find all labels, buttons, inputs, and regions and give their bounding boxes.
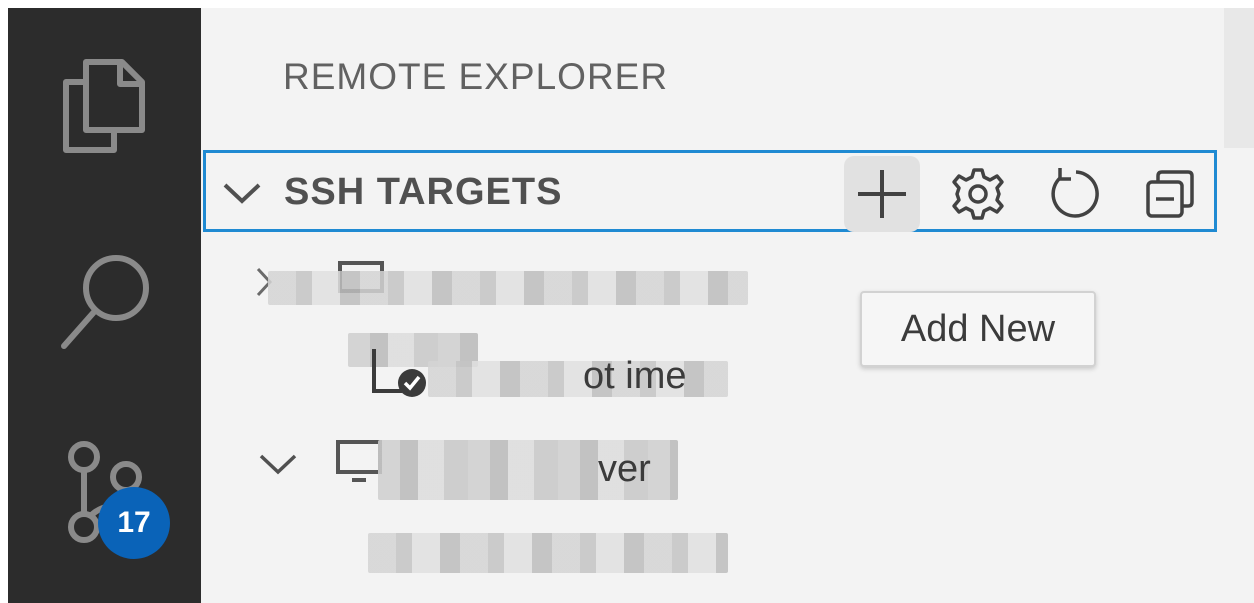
vscode-window: 17 REMOTE EXPLORER SSH TARGETS ot ime ve… — [8, 8, 1254, 603]
add-new-tooltip: Add New — [860, 291, 1096, 367]
folder-label-fragment: ot ime — [583, 355, 687, 397]
redacted-child-name — [368, 533, 728, 573]
configure-button[interactable] — [940, 156, 1016, 232]
refresh-button[interactable] — [1036, 156, 1112, 232]
tree-item-host-1[interactable] — [248, 253, 768, 323]
plus-icon — [858, 170, 906, 218]
collapse-all-button[interactable] — [1132, 156, 1208, 232]
tree-item-folder[interactable]: ot ime — [338, 323, 838, 403]
files-icon — [63, 59, 145, 153]
ssh-targets-section-header[interactable]: SSH TARGETS — [203, 150, 1217, 232]
search-icon — [61, 255, 149, 349]
section-title: SSH TARGETS — [284, 171, 563, 213]
search-activity-button[interactable] — [8, 238, 201, 358]
host-label-fragment: ver — [598, 448, 651, 490]
explorer-activity-button[interactable] — [8, 48, 201, 168]
collapse-all-icon — [1146, 170, 1194, 218]
tree-item-child[interactable] — [368, 513, 748, 583]
redacted-host-name — [268, 271, 748, 305]
gear-icon — [952, 168, 1004, 220]
sidebar-title: REMOTE EXPLORER — [283, 56, 669, 97]
refresh-icon — [1051, 168, 1099, 218]
source-control-badge: 17 — [98, 487, 170, 559]
chevron-down-icon — [259, 454, 297, 475]
activity-bar: 17 — [8, 8, 201, 603]
scrollbar-gutter — [1224, 8, 1254, 148]
folder-connected-icon — [372, 349, 426, 397]
tree-item-host-2[interactable]: ver — [248, 428, 768, 508]
source-control-activity-button[interactable]: 17 — [8, 433, 201, 573]
chevron-down-icon — [223, 183, 261, 204]
add-new-button[interactable] — [844, 156, 920, 232]
